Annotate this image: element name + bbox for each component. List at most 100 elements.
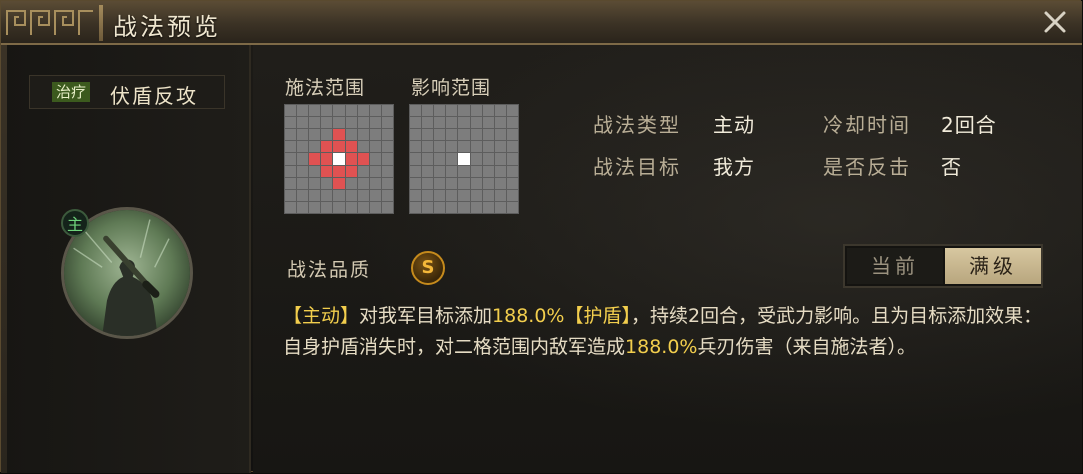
grid-cell [285, 129, 297, 141]
grid-cell [470, 201, 482, 213]
grid-cell [482, 189, 494, 201]
grid-range-cell [321, 165, 333, 177]
current-level-tab[interactable]: 当前 [847, 248, 943, 284]
grid-cell [369, 153, 381, 165]
grid-cell [345, 117, 357, 129]
grid-cell [369, 177, 381, 189]
close-icon[interactable] [1040, 7, 1070, 37]
grid-cell [285, 141, 297, 153]
grid-cell [381, 153, 393, 165]
grid-center-cell [333, 153, 345, 165]
grid-range-cell [309, 153, 321, 165]
grid-cell [285, 105, 297, 117]
tactic-name-tag: 治疗 伏盾反攻 [29, 75, 225, 109]
grid-cell [470, 165, 482, 177]
grid-cell [446, 177, 458, 189]
grid-cell [494, 129, 506, 141]
grid-cell [434, 105, 446, 117]
grid-cell [357, 129, 369, 141]
grid-cell [369, 105, 381, 117]
grid-cell [494, 201, 506, 213]
grid-cell [369, 129, 381, 141]
grid-cell [321, 189, 333, 201]
grid-cell [321, 129, 333, 141]
grid-cell [422, 189, 434, 201]
active-type-marker: 主 [61, 209, 89, 237]
grid-cell [506, 165, 518, 177]
grid-range-cell [321, 141, 333, 153]
grid-cell [434, 201, 446, 213]
grid-cell [381, 117, 393, 129]
grid-cell [494, 153, 506, 165]
desc-value: 188.0% [625, 336, 698, 358]
grid-cell [470, 141, 482, 153]
grid-cell [357, 165, 369, 177]
grid-cell [297, 105, 309, 117]
grid-cell [309, 177, 321, 189]
grid-cell [345, 201, 357, 213]
grid-cell [494, 117, 506, 129]
grid-cell [434, 129, 446, 141]
grid-cell [381, 177, 393, 189]
grid-cell [345, 177, 357, 189]
side-decoration [1, 45, 7, 473]
cooldown-label: 冷却时间 [823, 113, 911, 137]
grid-cell [434, 117, 446, 129]
grid-cell [506, 177, 518, 189]
grid-cell [422, 153, 434, 165]
grid-cell [309, 201, 321, 213]
grid-cell [422, 141, 434, 153]
grid-cell [458, 189, 470, 201]
level-toggle: 当前 满级 [843, 244, 1043, 288]
grid-cell [357, 177, 369, 189]
grid-cell [285, 189, 297, 201]
grid-cell [482, 141, 494, 153]
grid-cell [357, 105, 369, 117]
tactic-detail-panel: 施法范围 影响范围 战法类型 主动 冷却时间 2回合 战法目标 我方 是否反击 … [253, 45, 1082, 473]
grid-cell [321, 201, 333, 213]
grid-cell [434, 141, 446, 153]
grid-cell [381, 165, 393, 177]
grid-cell [446, 129, 458, 141]
grid-cell [297, 177, 309, 189]
grid-cell [381, 105, 393, 117]
grid-cell [446, 201, 458, 213]
grid-cell [458, 177, 470, 189]
grid-cell [410, 165, 422, 177]
grid-cell [345, 105, 357, 117]
grid-cell [458, 165, 470, 177]
grid-cell [458, 117, 470, 129]
grid-cell [422, 177, 434, 189]
fretwork-ornament-icon [6, 10, 93, 35]
tactic-type-label: 战法类型 [593, 113, 681, 137]
grid-cell [369, 165, 381, 177]
counterattack-value: 否 [941, 155, 962, 179]
tactic-type-value: 主动 [713, 113, 755, 137]
grid-cell [309, 129, 321, 141]
grid-cell [482, 117, 494, 129]
cast-range-grid [284, 104, 394, 214]
grid-cell [285, 117, 297, 129]
grid-cell [506, 201, 518, 213]
grid-range-cell [345, 165, 357, 177]
grid-cell [369, 201, 381, 213]
grid-cell [297, 117, 309, 129]
grid-cell [506, 153, 518, 165]
grid-cell [297, 129, 309, 141]
grid-cell [470, 177, 482, 189]
grid-cell [297, 189, 309, 201]
grid-cell [309, 189, 321, 201]
grid-cell [458, 105, 470, 117]
grid-cell [422, 129, 434, 141]
grid-cell [422, 201, 434, 213]
grid-cell [333, 189, 345, 201]
max-level-tab[interactable]: 满级 [945, 248, 1041, 284]
grid-range-cell [321, 153, 333, 165]
quality-grade-badge: S [411, 251, 445, 285]
desc-tag-active: 【主动】 [283, 305, 360, 327]
grid-cell [494, 189, 506, 201]
grid-cell [446, 165, 458, 177]
grid-range-cell [345, 141, 357, 153]
grid-cell [410, 129, 422, 141]
grid-cell [297, 201, 309, 213]
